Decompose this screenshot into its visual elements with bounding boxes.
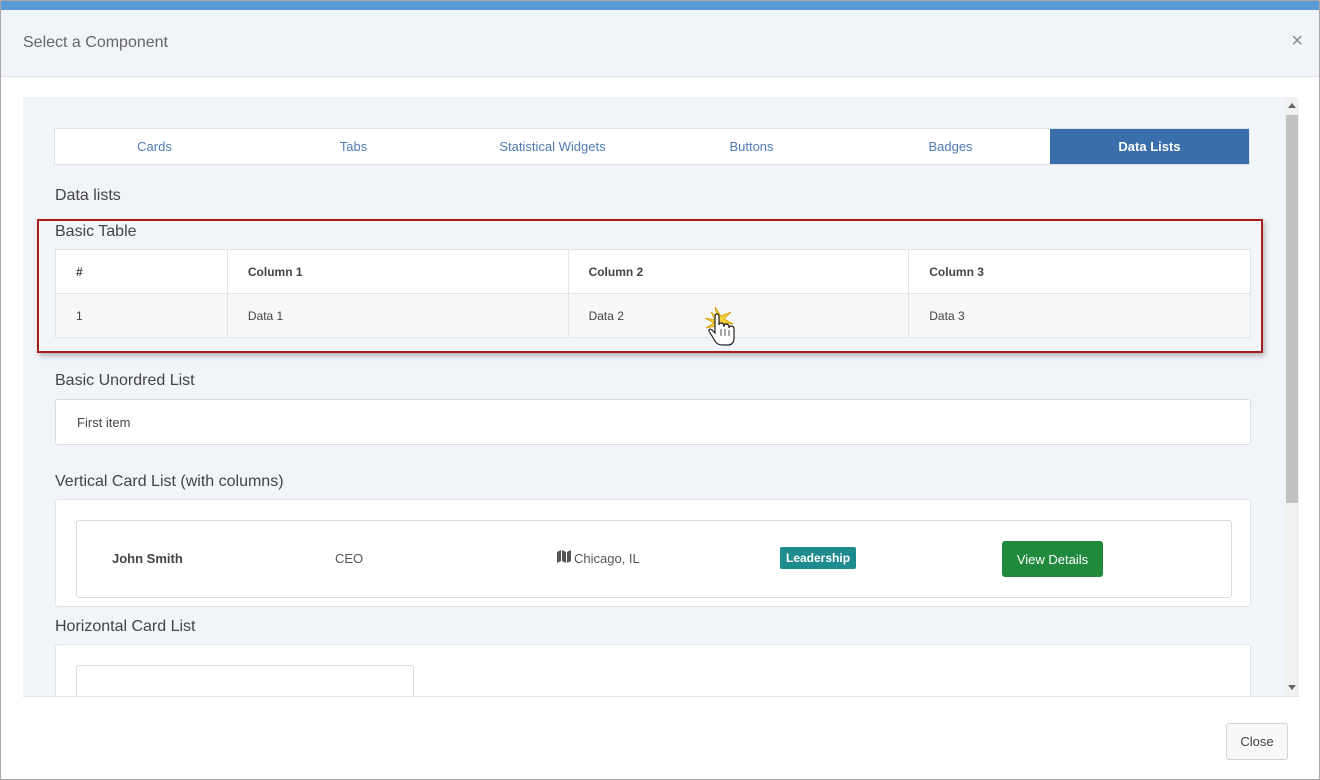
tab-tabs[interactable]: Tabs — [254, 129, 453, 164]
table-row[interactable]: 1 Data 1 Data 2 Data 3 — [55, 293, 1251, 338]
tab-buttons[interactable]: Buttons — [652, 129, 851, 164]
card-location: Chicago, IL — [557, 550, 640, 566]
horizontal-card[interactable] — [76, 665, 414, 696]
hand-pointer-cursor-icon — [701, 303, 741, 351]
unordered-list-title: Basic Unordred List — [55, 372, 195, 389]
basic-table[interactable]: # Column 1 Column 2 Column 3 1 Data 1 Da… — [55, 249, 1251, 338]
close-button[interactable]: Close — [1226, 723, 1288, 760]
modal-header: Select a Component × — [1, 10, 1319, 77]
table-cell: Data 1 — [226, 293, 569, 338]
modal-title: Select a Component — [23, 34, 168, 51]
footer-divider — [23, 696, 1299, 697]
scroll-down-arrow-icon[interactable] — [1288, 685, 1296, 690]
unordered-list: First item — [55, 399, 1251, 445]
scroll-up-arrow-icon[interactable] — [1288, 103, 1296, 108]
horizontal-card-list — [55, 644, 1251, 696]
section-heading: Data lists — [55, 187, 121, 204]
table-header-cell: Column 1 — [226, 249, 569, 294]
table-cell: 1 — [55, 293, 228, 338]
tab-cards[interactable]: Cards — [55, 129, 254, 164]
card-location-text: Chicago, IL — [574, 550, 640, 566]
table-header-cell: Column 3 — [908, 249, 1251, 294]
accent-top-bar — [1, 1, 1319, 10]
vertical-card-list-title: Vertical Card List (with columns) — [55, 473, 284, 490]
map-icon — [557, 550, 571, 566]
tab-data-lists[interactable]: Data Lists — [1050, 129, 1249, 164]
table-header-cell: Column 2 — [567, 249, 910, 294]
card-name: John Smith — [112, 551, 183, 566]
leadership-badge: Leadership — [780, 547, 857, 569]
modal-body: Cards Tabs Statistical Widgets Buttons B… — [23, 97, 1285, 696]
component-tabs: Cards Tabs Statistical Widgets Buttons B… — [54, 128, 1250, 165]
tab-badges[interactable]: Badges — [851, 129, 1050, 164]
basic-table-title: Basic Table — [55, 223, 137, 240]
table-cell: Data 3 — [908, 293, 1251, 338]
table-header-cell: # — [55, 249, 228, 294]
close-icon[interactable]: × — [1291, 31, 1303, 51]
card-role: CEO — [335, 551, 364, 566]
table-header-row: # Column 1 Column 2 Column 3 — [55, 249, 1251, 294]
vertical-card[interactable]: John Smith CEO Chicago, IL Leadership Vi… — [76, 520, 1232, 598]
view-details-button[interactable]: View Details — [1002, 541, 1103, 577]
horizontal-card-list-title: Horizontal Card List — [55, 618, 196, 635]
tab-statistical-widgets[interactable]: Statistical Widgets — [453, 129, 652, 164]
scrollbar-thumb[interactable] — [1286, 115, 1298, 503]
vertical-card-list: John Smith CEO Chicago, IL Leadership Vi… — [55, 499, 1251, 607]
vertical-scrollbar[interactable] — [1285, 97, 1299, 696]
modal-window: Select a Component × Cards Tabs Statisti… — [0, 0, 1320, 780]
list-item: First item — [77, 415, 131, 430]
